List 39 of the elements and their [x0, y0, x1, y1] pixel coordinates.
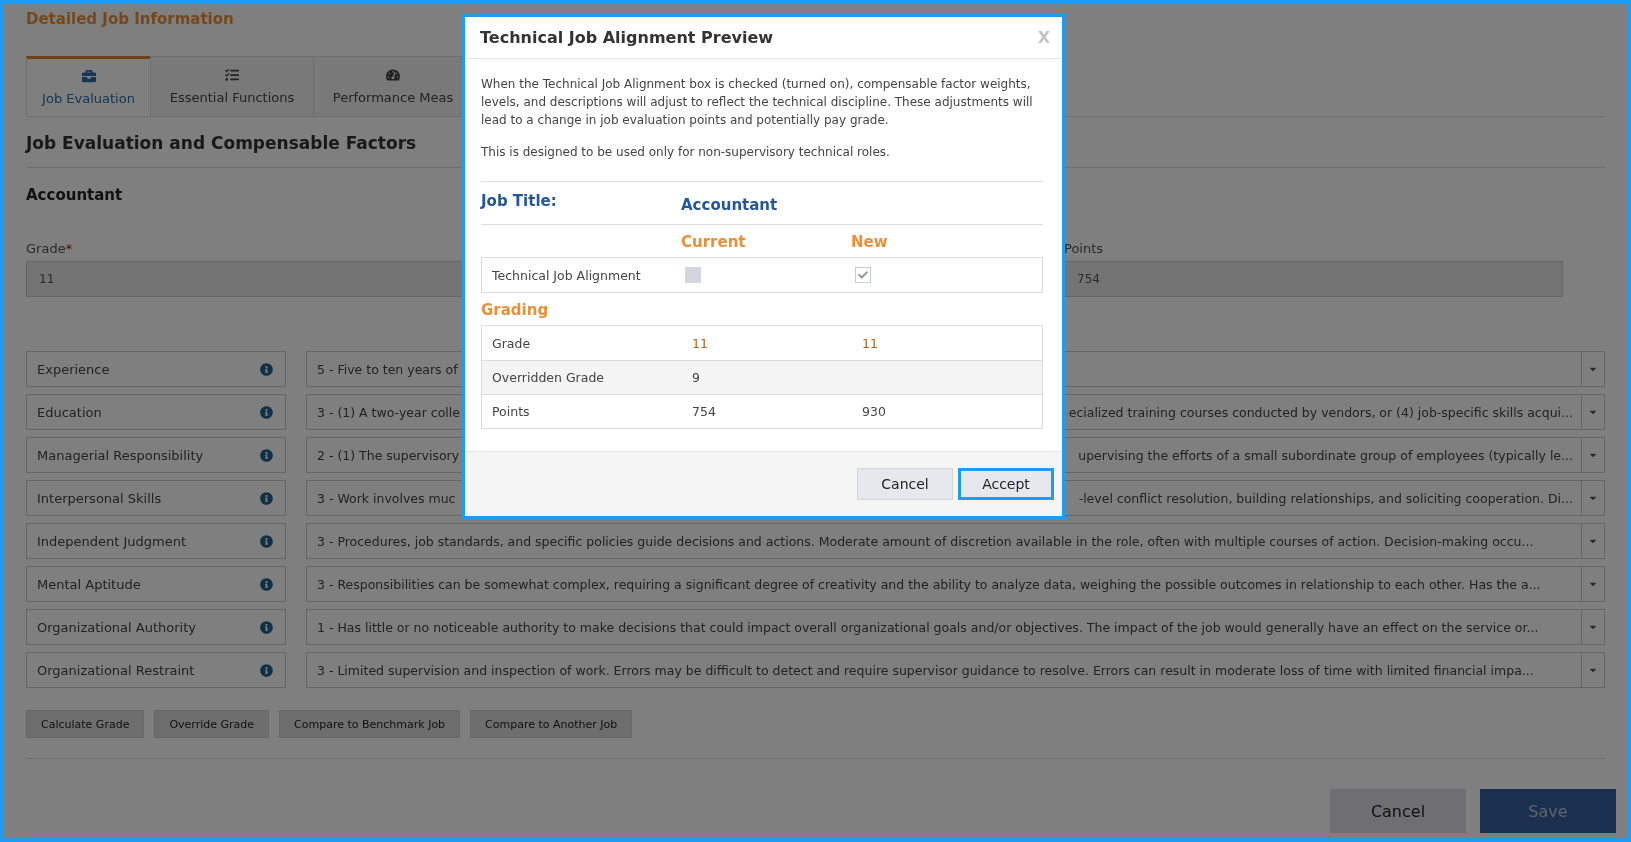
table-cell-text: 9 — [691, 370, 701, 385]
column-heading: Current — [681, 233, 747, 251]
factor-name: Education — [37, 404, 102, 420]
factor-name: Mental Aptitude — [37, 576, 141, 592]
dialog-title: Technical Job Alignment Preview — [480, 28, 774, 47]
dialog-text: When the Technical Job Alignment box is checked (turned on), compensable factor weights, levels, and descriptions will adjust to reflect the technical discipline. These adjustments will lead to a change in job evaluation points and potentially pay grade. — [481, 76, 1034, 129]
grading-heading: Grading — [481, 300, 550, 321]
job-name: Accountant — [26, 186, 123, 204]
select-value: 3 - Limited supervision and inspection of work. Errors may be difficult to detect and require supervisor guidance to resolve. Errors can result in moderate loss of time with limited financial impa... — [317, 662, 1534, 678]
table-cell-text: 754 — [691, 404, 717, 419]
factor-name: Experience — [37, 361, 110, 377]
factor-name: Interpersonal Skills — [37, 490, 162, 506]
job-title-label: Job Title: — [481, 192, 558, 212]
table-cell-text: Grade — [491, 335, 532, 351]
table-cell-text: 930 — [861, 404, 887, 419]
table-cell-text: Points — [491, 404, 531, 419]
select-value: -level conflict resolution, building relationships, and soliciting cooperation. Di... — [1078, 490, 1573, 506]
table-cell-text: Overridden Grade — [491, 370, 606, 385]
table-cell-text: 11 — [861, 335, 879, 351]
factor-name: Organizational Authority — [37, 619, 196, 635]
select-value: 3 - Responsibilities can be somewhat complex, requiring a significant degree of creativity and the ability to analyze data, weighing the possible outcomes in relationship to each other. Has the a... — [317, 576, 1541, 592]
factor-name: Managerial Responsibility — [37, 447, 204, 463]
select-value: 2 - (1) The supervisory — [317, 447, 460, 463]
select-value: 5 - Five to ten years of — [317, 361, 458, 377]
factor-name: Organizational Restraint — [37, 662, 195, 678]
select-value: 1 - Has little or no noticeable authority to make decisions that could impact overall organizational goals and/or objectives. The impact of the job would generally have an effect on the service or... — [317, 619, 1539, 635]
select-value: ecialized training courses conducted by vendors, or (4) job-specific skills acqui... — [1068, 404, 1573, 420]
field-label: Points — [1064, 241, 1105, 256]
select-value: 3 - Work involves muc — [317, 490, 456, 506]
factor-name: Independent Judgment — [37, 533, 187, 549]
field-label: Grade* — [26, 241, 74, 256]
table-cell-text: 11 — [691, 335, 709, 351]
select-value: upervising the efforts of a small subordinate group of employees (typically le... — [1078, 447, 1573, 463]
select-value: 3 - (1) A two-year colle — [317, 404, 460, 420]
page-title: Detailed Job Information — [26, 10, 235, 30]
job-title: Accountant — [681, 196, 779, 214]
select-value: 3 - Procedures, job standards, and specific policies guide decisions and actions. Moderate amount of discretion available in the role, often with multiple courses of action. Decision-making occu... — [317, 533, 1534, 549]
dialog-text: This is designed to be used only for non-supervisory technical roles. — [481, 144, 891, 161]
column-heading: New — [851, 233, 889, 251]
